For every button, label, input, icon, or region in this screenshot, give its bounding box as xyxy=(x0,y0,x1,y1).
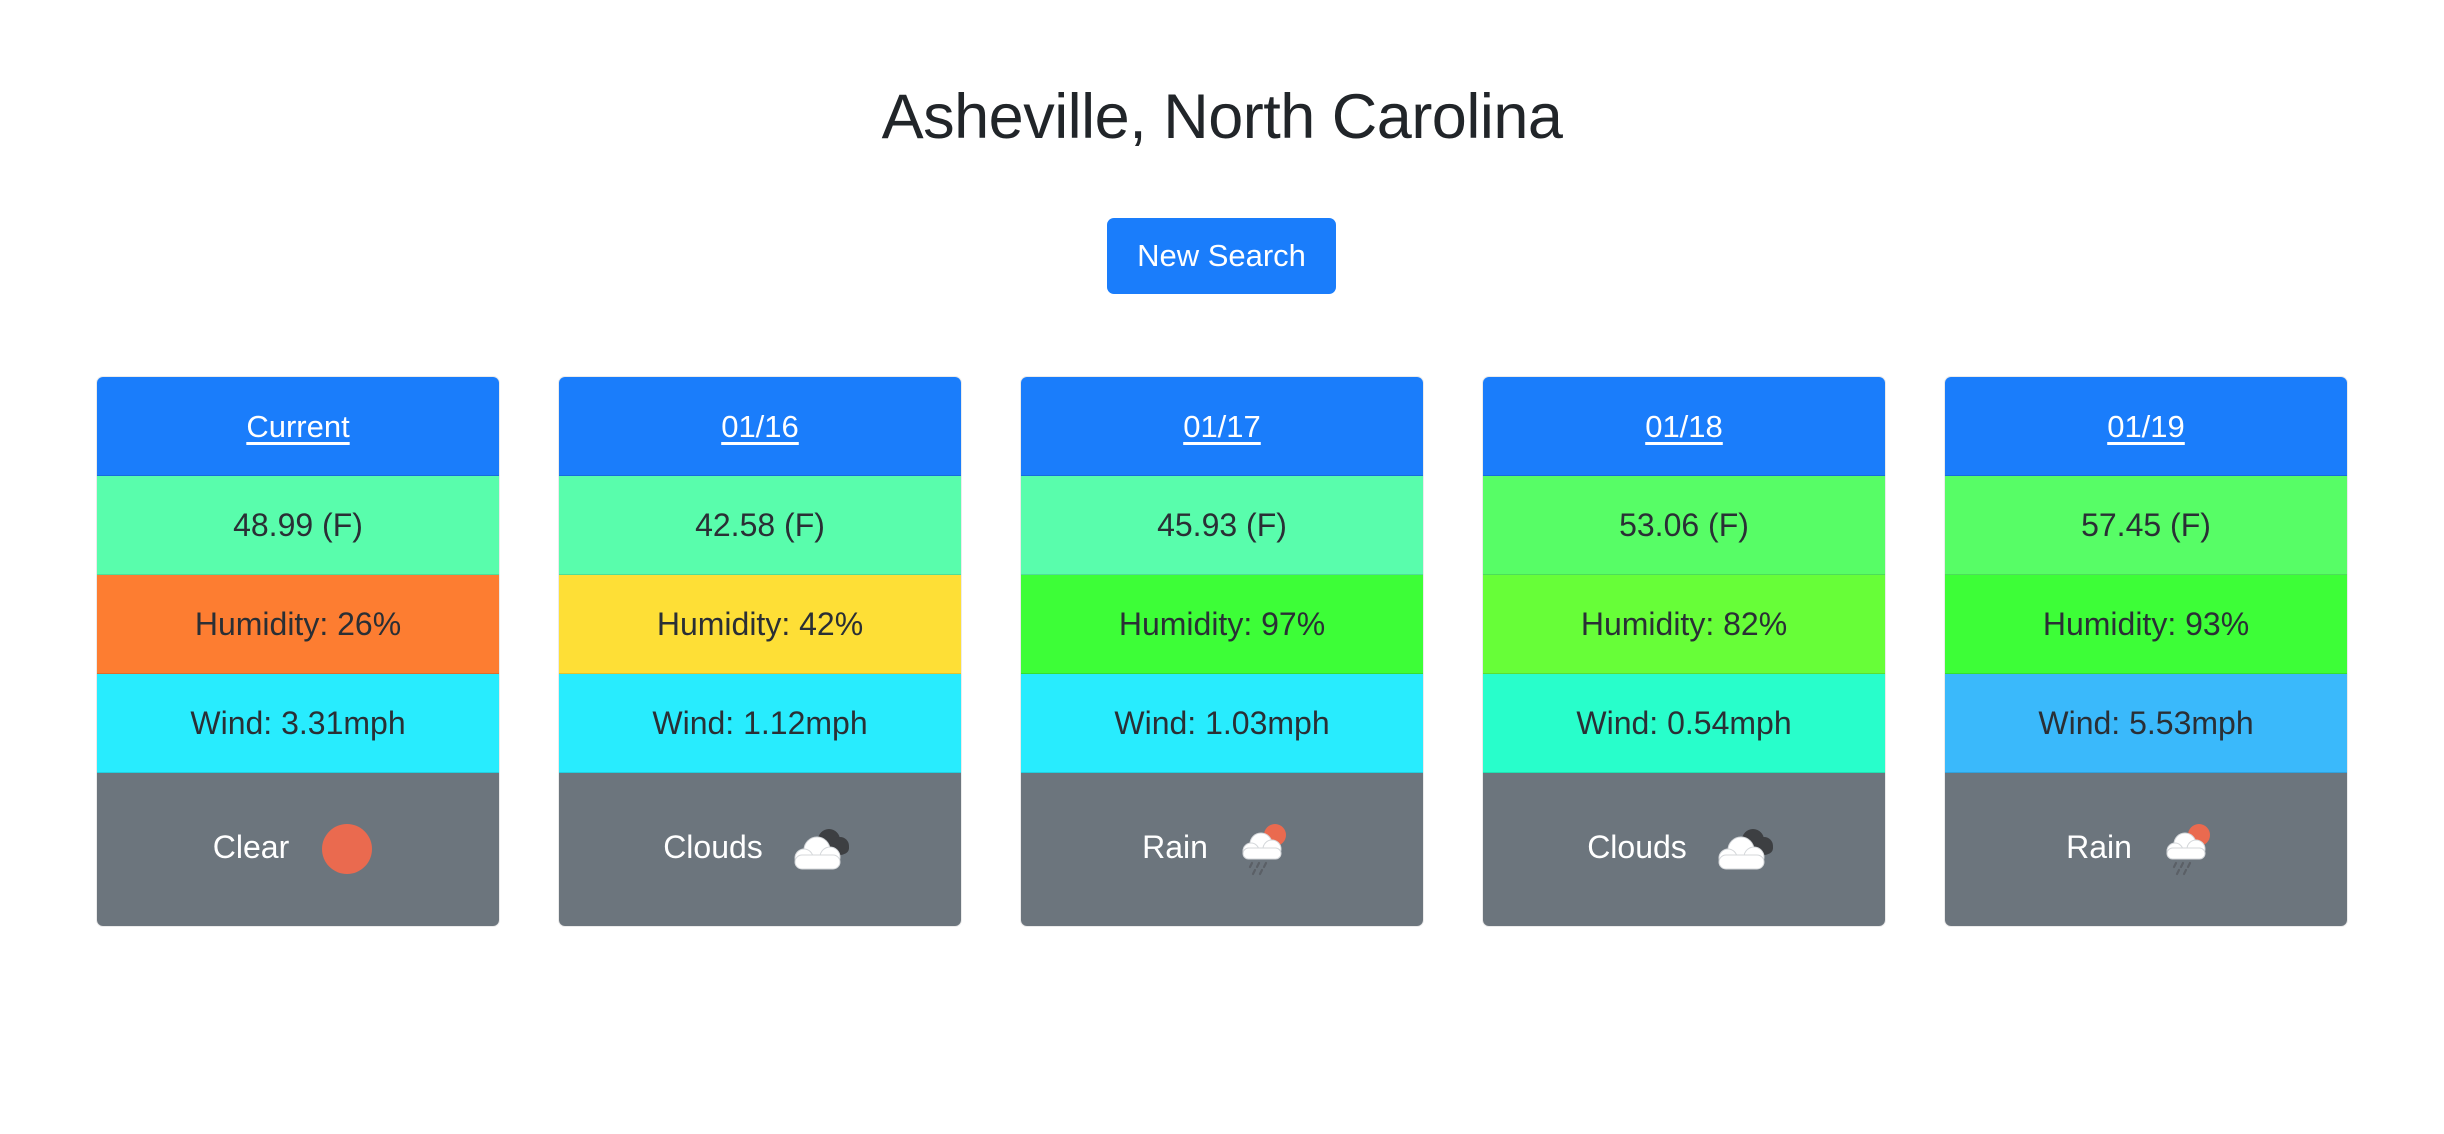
forecast-card-0116: 01/16 42.58 (F) Humidity: 42% Wind: 1.12… xyxy=(559,377,961,926)
wind-value: Wind: 1.12mph xyxy=(559,674,961,773)
card-date-link[interactable]: 01/16 xyxy=(559,377,961,476)
rain-icon xyxy=(2166,823,2210,875)
rain-icon xyxy=(1242,823,1286,875)
wind-value: Wind: 1.03mph xyxy=(1021,674,1423,773)
condition-label: Clouds xyxy=(1587,829,1687,865)
humidity-value: Humidity: 97% xyxy=(1021,575,1423,674)
temperature-value: 45.93 (F) xyxy=(1021,476,1423,575)
temperature-value: 57.45 (F) xyxy=(1945,476,2347,575)
condition-label: Rain xyxy=(1142,829,1208,865)
humidity-value: Humidity: 42% xyxy=(559,575,961,674)
page-title: Asheville, North Carolina xyxy=(881,82,1563,152)
condition-footer: Rain xyxy=(1945,773,2347,926)
forecast-card-current: Current 48.99 (F) Humidity: 26% Wind: 3.… xyxy=(97,377,499,926)
condition-footer: Rain xyxy=(1021,773,1423,926)
humidity-value: Humidity: 82% xyxy=(1483,575,1885,674)
condition-label: Clouds xyxy=(663,829,763,865)
temperature-value: 42.58 (F) xyxy=(559,476,961,575)
new-search-button[interactable]: New Search xyxy=(1107,218,1336,294)
forecast-card-0117: 01/17 45.93 (F) Humidity: 97% Wind: 1.03… xyxy=(1021,377,1423,926)
humidity-value: Humidity: 93% xyxy=(1945,575,2347,674)
clouds-icon xyxy=(1718,828,1773,869)
forecast-card-0118: 01/18 53.06 (F) Humidity: 82% Wind: 0.54… xyxy=(1483,377,1885,926)
sun-icon xyxy=(322,823,373,874)
forecast-cards: Current 48.99 (F) Humidity: 26% Wind: 3.… xyxy=(97,377,2347,926)
wind-value: Wind: 3.31mph xyxy=(97,674,499,773)
card-date-link[interactable]: 01/19 xyxy=(1945,377,2347,476)
condition-label: Clear xyxy=(212,829,290,865)
condition-footer: Clouds xyxy=(1483,773,1885,926)
condition-footer: Clear xyxy=(97,773,499,926)
clouds-icon xyxy=(794,828,849,869)
humidity-value: Humidity: 26% xyxy=(97,575,499,674)
card-date-link[interactable]: 01/17 xyxy=(1021,377,1423,476)
temperature-value: 53.06 (F) xyxy=(1483,476,1885,575)
wind-value: Wind: 5.53mph xyxy=(1945,674,2347,773)
condition-label: Rain xyxy=(2066,829,2132,865)
card-date-link[interactable]: Current xyxy=(97,377,499,476)
condition-footer: Clouds xyxy=(559,773,961,926)
wind-value: Wind: 0.54mph xyxy=(1483,674,1885,773)
temperature-value: 48.99 (F) xyxy=(97,476,499,575)
card-date-link[interactable]: 01/18 xyxy=(1483,377,1885,476)
forecast-card-0119: 01/19 57.45 (F) Humidity: 93% Wind: 5.53… xyxy=(1945,377,2347,926)
